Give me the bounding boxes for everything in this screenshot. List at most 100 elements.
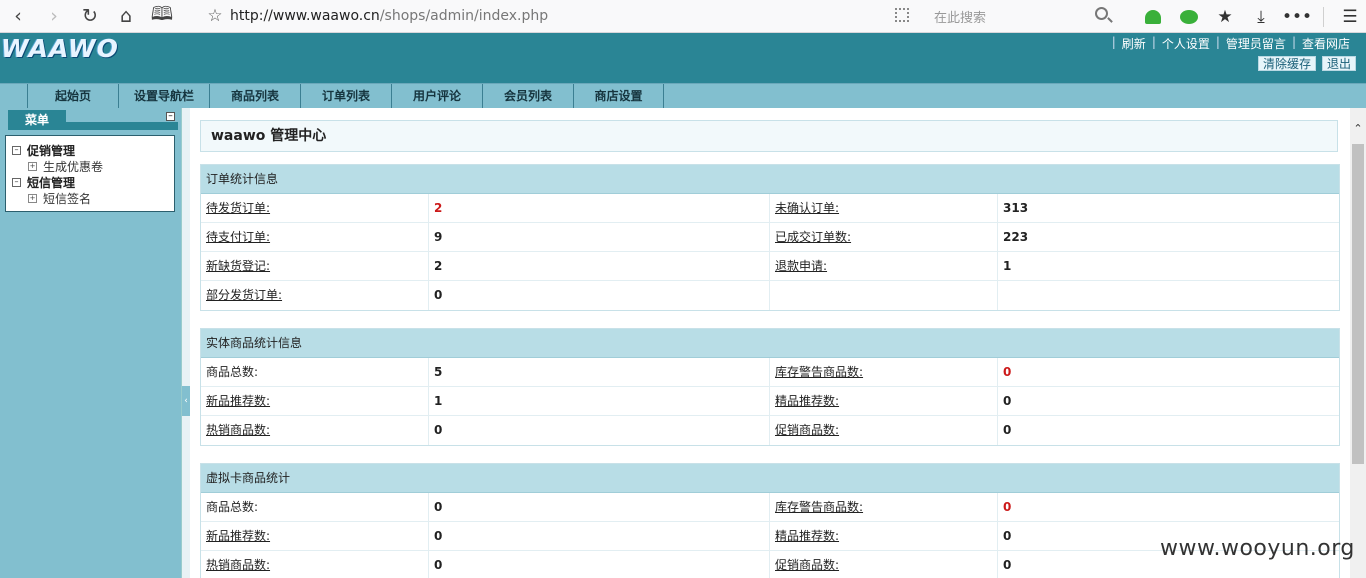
stat-value: 0 xyxy=(429,493,770,522)
table-row: 新缺货登记: 2 退款申请: 1 xyxy=(201,252,1339,281)
section-title: 虚拟卡商品统计 xyxy=(201,464,1339,493)
admin-message-link[interactable]: 管理员留言 xyxy=(1220,35,1292,52)
bookmark-star-icon[interactable]: ☆ xyxy=(200,6,230,26)
tab-shop-settings[interactable]: 商店设置 xyxy=(573,84,664,108)
stat-value: 2 xyxy=(429,194,770,223)
reader-icon[interactable]: 🕮 xyxy=(144,0,180,33)
logo[interactable]: WAAWO xyxy=(1,34,119,63)
tree-item-generate-coupon[interactable]: + 生成优惠卷 xyxy=(12,158,174,174)
stat-label-link[interactable]: 精品推荐数: xyxy=(770,387,998,416)
watermark: www.wooyun.org xyxy=(1160,536,1355,561)
stat-label-link[interactable]: 新缺货登记: xyxy=(201,252,429,281)
table-row: 商品总数: 0 库存警告商品数: 0 xyxy=(201,493,1339,522)
stat-label-link[interactable]: 未确认订单: xyxy=(770,194,998,223)
home-icon[interactable]: ⌂ xyxy=(108,0,144,33)
sidebar-title: 菜单 xyxy=(8,110,66,130)
back-icon[interactable]: ‹ xyxy=(0,0,36,33)
stat-label-link[interactable]: 待发货订单: xyxy=(201,194,429,223)
tree-item-label[interactable]: 生成优惠卷 xyxy=(43,158,103,175)
table-row: 部分发货订单: 0 xyxy=(201,281,1339,310)
table-row: 新品推荐数: 1 精品推荐数: 0 xyxy=(201,387,1339,416)
url-host: http://www.waawo.cn xyxy=(230,8,380,24)
stat-value: 0 xyxy=(1003,394,1012,408)
stat-value: 9 xyxy=(429,223,770,252)
stat-label-link[interactable]: 热销商品数: xyxy=(201,551,429,578)
stat-label-link[interactable]: 新品推荐数: xyxy=(201,522,429,551)
scroll-thumb[interactable] xyxy=(1352,144,1364,464)
tree-group-sms[interactable]: – 短信管理 xyxy=(12,174,174,190)
clear-cache-button[interactable]: 清除缓存 xyxy=(1257,56,1316,71)
page-title: waawo 管理中心 xyxy=(200,120,1338,152)
minus-icon[interactable]: – xyxy=(12,177,21,187)
logout-button[interactable]: 退出 xyxy=(1321,56,1356,71)
tab-order-list[interactable]: 订单列表 xyxy=(300,84,391,108)
tree-group-label[interactable]: 促销管理 xyxy=(27,142,75,159)
top-links: | 刷新 | 个人设置 | 管理员留言 | 查看网店 xyxy=(1112,35,1356,52)
tab-start-page[interactable]: 起始页 xyxy=(27,84,118,108)
url-text[interactable]: http://www.waawo.cn/shops/admin/index.ph… xyxy=(230,8,548,24)
empty-cell xyxy=(770,281,998,310)
stat-value: 0 xyxy=(429,522,770,551)
search-placeholder: 在此搜索 xyxy=(934,10,987,26)
android-icon[interactable] xyxy=(1135,0,1171,33)
physical-goods-stats-section: 实体商品统计信息 商品总数: 5 库存警告商品数: 0 新品推荐数: 1 精品推… xyxy=(200,328,1340,446)
stat-label-link[interactable]: 部分发货订单: xyxy=(201,281,429,310)
stat-label-link[interactable]: 精品推荐数: xyxy=(770,522,998,551)
stat-value: 313 xyxy=(1003,201,1029,215)
minus-icon[interactable]: – xyxy=(12,145,21,155)
url-bar[interactable]: ☆ http://www.waawo.cn/shops/admin/index.… xyxy=(200,3,920,29)
tree-item-label[interactable]: 短信签名 xyxy=(43,190,91,207)
tab-nav-settings[interactable]: 设置导航栏 xyxy=(118,84,209,108)
browser-toolbar: ‹ › ↻ ⌂ 🕮 ☆ http://www.waawo.cn/shops/ad… xyxy=(0,0,1366,33)
qr-code-icon[interactable] xyxy=(895,8,909,22)
admin-header: WAAWO | 刷新 | 个人设置 | 管理员留言 | 查看网店 清除缓存 退出 xyxy=(0,33,1366,83)
tab-user-reviews[interactable]: 用户评论 xyxy=(391,84,482,108)
stat-label-link[interactable]: 热销商品数: xyxy=(201,416,429,445)
table-row: 商品总数: 5 库存警告商品数: 0 xyxy=(201,358,1339,387)
tree-group-label[interactable]: 短信管理 xyxy=(27,174,75,191)
stat-value: 5 xyxy=(429,358,770,387)
stat-label-link[interactable]: 退款申请: xyxy=(770,252,998,281)
refresh-link[interactable]: 刷新 xyxy=(1116,35,1152,52)
stat-label-link[interactable]: 已成交订单数: xyxy=(770,223,998,252)
stat-label-link[interactable]: 库存警告商品数: xyxy=(770,358,998,387)
download-icon[interactable]: ⤓ xyxy=(1243,0,1279,33)
hamburger-menu-icon[interactable]: ☰ xyxy=(1332,0,1366,33)
tree-item-sms-signature[interactable]: + 短信签名 xyxy=(12,190,174,206)
tab-member-list[interactable]: 会员列表 xyxy=(482,84,573,108)
personal-settings-link[interactable]: 个人设置 xyxy=(1156,35,1216,52)
panel-splitter[interactable]: ‹ xyxy=(181,108,190,578)
wechat-icon[interactable] xyxy=(1171,0,1207,33)
stat-label-link[interactable]: 待支付订单: xyxy=(201,223,429,252)
stat-label-link[interactable]: 促销商品数: xyxy=(770,416,998,445)
stat-label-link[interactable]: 新品推荐数: xyxy=(201,387,429,416)
vertical-scrollbar[interactable]: ⌃ xyxy=(1350,108,1366,578)
toolbar-divider xyxy=(1323,6,1324,27)
stat-label: 商品总数: xyxy=(201,358,429,387)
stat-value: 0 xyxy=(1003,423,1012,437)
main-content: waawo 管理中心 订单统计信息 待发货订单: 2 未确认订单: 313 待支… xyxy=(190,108,1350,578)
forward-icon[interactable]: › xyxy=(36,0,72,33)
stat-value: 0 xyxy=(1003,500,1012,514)
leaf-plus-icon: + xyxy=(28,161,37,171)
stat-value: 1 xyxy=(1003,259,1012,273)
reload-icon[interactable]: ↻ xyxy=(72,0,108,33)
collapse-icon[interactable]: – xyxy=(166,112,175,121)
chevron-up-icon[interactable]: ⌃ xyxy=(1350,122,1366,138)
bookmarks-icon[interactable]: ★ xyxy=(1207,0,1243,33)
menu-tree: – 促销管理 + 生成优惠卷 – 短信管理 + 短信签名 xyxy=(5,135,175,212)
tab-product-list[interactable]: 商品列表 xyxy=(209,84,300,108)
chevron-left-icon[interactable]: ‹ xyxy=(182,386,190,416)
table-row: 热销商品数: 0 促销商品数: 0 xyxy=(201,416,1339,445)
search-input[interactable]: 在此搜索 xyxy=(922,3,1122,29)
tree-group-promotion[interactable]: – 促销管理 xyxy=(12,142,174,158)
more-icon[interactable]: ••• xyxy=(1279,0,1315,33)
table-row: 待发货订单: 2 未确认订单: 313 xyxy=(201,194,1339,223)
view-shop-link[interactable]: 查看网店 xyxy=(1296,35,1356,52)
stat-label-link[interactable]: 促销商品数: xyxy=(770,551,998,578)
empty-cell xyxy=(998,281,1339,310)
search-icon[interactable] xyxy=(1095,7,1108,20)
stat-value: 0 xyxy=(429,281,770,310)
sidebar: 菜单 – – 促销管理 + 生成优惠卷 – 短信管理 + 短信签名 xyxy=(0,108,181,578)
stat-label-link[interactable]: 库存警告商品数: xyxy=(770,493,998,522)
